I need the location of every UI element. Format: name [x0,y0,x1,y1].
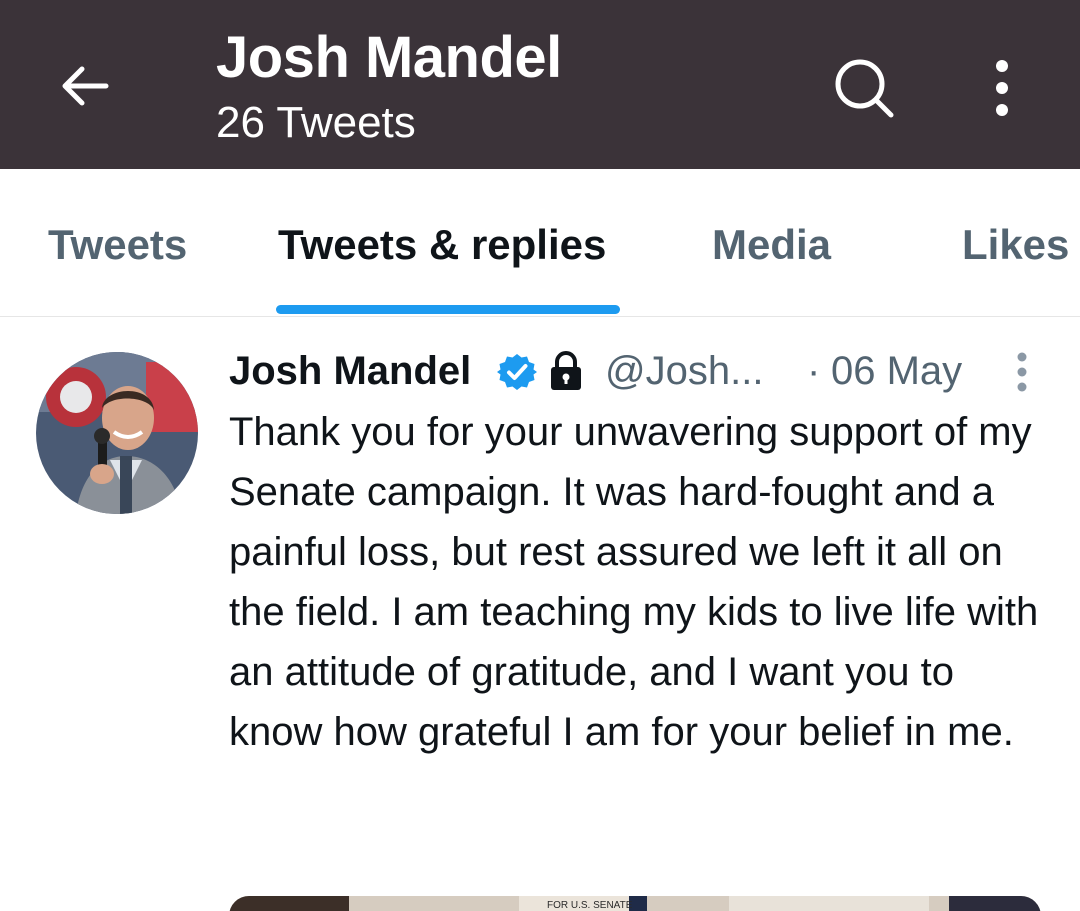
arrow-left-icon [62,66,109,106]
tweet-media-image[interactable]: FOR U.S. SENATE [229,896,1041,911]
more-vertical-icon [1017,352,1027,392]
profile-tabs: Tweets Tweets & replies Media Likes [0,169,1080,317]
more-options-button[interactable] [972,50,1032,126]
search-icon [835,59,894,118]
tab-tweets-and-replies[interactable]: Tweets & replies [278,221,606,269]
verified-badge-icon [497,354,537,390]
author-name[interactable]: Josh Mandel [229,349,471,394]
tweet-text: Thank you for your unwavering support of… [229,410,1039,754]
author-handle[interactable]: @Josh... [605,349,763,394]
tweet-date[interactable]: 06 May [831,349,962,394]
profile-title: Josh Mandel [216,25,562,90]
search-button[interactable] [826,50,902,126]
lock-icon [551,351,581,390]
tweet-more-button[interactable] [1007,348,1037,396]
tab-likes[interactable]: Likes [962,221,1069,269]
media-caption: FOR U.S. SENATE [547,900,633,911]
top-app-bar: Josh Mandel 26 Tweets [0,0,1080,169]
tweet-count: 26 Tweets [216,98,416,147]
separator-dot: · [807,349,821,393]
tab-media[interactable]: Media [712,221,831,269]
avatar[interactable] [36,352,198,514]
active-tab-indicator [276,305,620,314]
tweet-header: Josh Mandel @Josh... · 06 May [229,346,1039,398]
tab-tweets[interactable]: Tweets [48,221,187,269]
more-vertical-icon [996,60,1008,116]
back-button[interactable] [52,54,116,118]
